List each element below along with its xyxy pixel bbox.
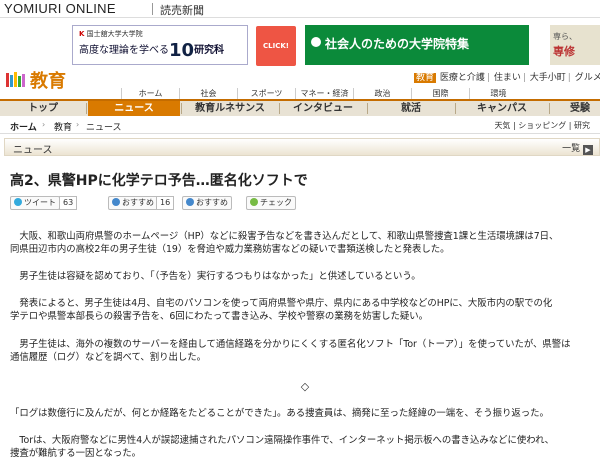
- article-line: 同県田辺市内の高校2年の男子生徒（19）を脅迫や威力業務妨害などの疑いで書類送検…: [10, 244, 450, 255]
- breadcrumb-news: ニュース: [86, 123, 122, 133]
- osusume-count: 16: [156, 196, 175, 210]
- breadcrumb-home[interactable]: ホーム: [10, 120, 37, 133]
- logo-divider: [152, 3, 153, 15]
- toplink-komachi[interactable]: 大手小町: [530, 73, 566, 83]
- newspaper-link[interactable]: 読売新聞: [160, 2, 204, 18]
- lnav-renaissance[interactable]: 教育ルネサンス: [182, 101, 278, 116]
- lnav-interview[interactable]: インタビュー: [280, 101, 366, 116]
- recommend-icon: [186, 198, 194, 206]
- arrow-right-icon: ▶: [583, 145, 593, 155]
- ad-row: K 国士舘大学大学院 高度な理論を学べる10研究科 CLICK! 社会人のための…: [0, 19, 600, 66]
- article-line: 男子生徒は、海外の複数のサーバーを経由して通信経路を分かりにくくする匿名化ソフト…: [10, 339, 571, 350]
- ad-banner-graduate[interactable]: 社会人のための大学院特集: [305, 25, 529, 65]
- section-nav: トップ ニュース 教育ルネサンス インタビュー 就活 キャンパス 受験: [0, 99, 600, 116]
- lnav-divider: [86, 103, 87, 114]
- news-list-link[interactable]: 一覧 ▶: [562, 141, 593, 155]
- tweet-count: 63: [59, 196, 78, 210]
- osusume-button-2[interactable]: おすすめ: [182, 196, 232, 210]
- ad-banner-kokushikan[interactable]: K 国士舘大学大学院 高度な理論を学べる10研究科 CLICK!: [72, 25, 296, 66]
- ad-graduate-text: 社会人のための大学院特集: [325, 37, 470, 51]
- breadcrumb-education[interactable]: 教育: [54, 120, 72, 133]
- gnav-money[interactable]: マネー・経済: [295, 88, 353, 99]
- article-line: 通信履歴（ログ）などを調べて、割り出した。: [10, 352, 207, 363]
- article-line: 発表によると、男子生徒は4月、自宅のパソコンを使って両府県警や県庁、県内にある中…: [10, 298, 553, 309]
- article-line: 捜査が難航する一因となった。: [10, 448, 141, 459]
- article-line: 男子生徒は容疑を認めており、「（予告を）実行するつもりはなかった」と供述している…: [10, 271, 421, 282]
- lnav-juken[interactable]: 受験: [550, 101, 600, 116]
- global-nav: ホーム 社会 スポーツ マネー・経済 政治 国際 環境: [121, 88, 600, 99]
- gnav-home[interactable]: ホーム: [121, 88, 179, 99]
- ad-main-text: 高度な理論を学べる10研究科: [79, 40, 225, 61]
- news-label: ニュース: [13, 145, 53, 156]
- toplink-kyoiku[interactable]: 教育: [414, 73, 437, 83]
- ad-org-label: K 国士舘大学大学院: [79, 30, 143, 38]
- gnav-sports[interactable]: スポーツ: [237, 88, 295, 99]
- section-header: 教育 教育 医療と介護 | 住まい | 大手小町 | グルメ: [0, 68, 600, 92]
- lnav-shukatsu[interactable]: 就活: [368, 101, 454, 116]
- article-line: 「ログは数億行に及んだが、何とか経路をたどることができた」。ある捜査員は、摘発に…: [10, 408, 549, 419]
- news-header-bar: ニュース 一覧 ▶: [4, 138, 600, 156]
- check-button[interactable]: チェック: [246, 196, 296, 210]
- site-header: YOMIURI ONLINE 読売新聞: [0, 0, 600, 18]
- ad-click-button[interactable]: CLICK!: [256, 26, 296, 66]
- ad-bullet-icon: [311, 37, 321, 47]
- toplink-gourmet[interactable]: グルメ: [575, 73, 600, 83]
- breadcrumb: ホーム › 教育 › ニュース 天気 | ショッピング | 研究: [0, 116, 600, 134]
- chevron-right-icon: ›: [42, 120, 46, 129]
- article-line: 大阪、和歌山両府県警のホームページ（HP）などに殺害予告などを書き込んだとして、…: [10, 231, 559, 242]
- gnav-international[interactable]: 国際: [411, 88, 469, 99]
- tweet-button[interactable]: ツイート: [10, 196, 60, 210]
- check-icon: [250, 198, 258, 206]
- toplink-sumai[interactable]: 住まい: [494, 73, 521, 83]
- utility-links[interactable]: 天気 | ショッピング | 研究: [494, 120, 590, 131]
- ad-banner-senshu[interactable]: 専ら、 専修: [550, 25, 600, 65]
- recommend-icon: [112, 198, 120, 206]
- site-logo[interactable]: YOMIURI ONLINE: [4, 1, 116, 16]
- article-line: 学テロや県警本部長らの殺害予告を、6回にわたって書き込み、学校や警察の業務を妨害…: [10, 311, 428, 322]
- section-title[interactable]: 教育: [30, 67, 66, 93]
- article-headline: 高2、県警HPに化学テロ予告…匿名化ソフトで: [10, 173, 308, 189]
- gnav-environment[interactable]: 環境: [469, 88, 527, 99]
- ad-senshu-line1: 専ら、: [553, 32, 577, 41]
- lnav-news[interactable]: ニュース: [88, 101, 180, 116]
- twitter-icon: [14, 198, 22, 206]
- article-line: Torは、大阪府警などに男性4人が誤認逮捕されたパソコン遠隔操作事件で、インター…: [10, 435, 554, 446]
- lnav-campus[interactable]: キャンパス: [456, 101, 548, 116]
- section-divider-diamond: ◇: [300, 380, 310, 393]
- osusume-button-1[interactable]: おすすめ: [108, 196, 158, 210]
- books-icon: [6, 71, 26, 87]
- chevron-right-icon: ›: [76, 120, 80, 129]
- social-buttons: ツイート 63 おすすめ 16 おすすめ チェック: [10, 196, 600, 210]
- ad-senshu-line2: 専修: [553, 45, 575, 58]
- lnav-top[interactable]: トップ: [0, 101, 86, 116]
- toplink-iryo[interactable]: 医療と介護: [440, 73, 485, 83]
- gnav-society[interactable]: 社会: [179, 88, 237, 99]
- gnav-politics[interactable]: 政治: [353, 88, 411, 99]
- category-links: 教育 医療と介護 | 住まい | 大手小町 | グルメ: [414, 73, 600, 83]
